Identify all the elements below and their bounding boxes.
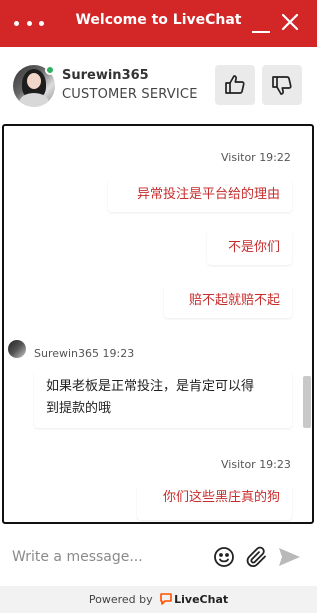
visitor-message: 不是你们	[207, 231, 292, 265]
message-meta-agent: Surewin365 19:23	[34, 347, 135, 360]
agent-message: 如果老板是正常投注，是肯定可以得 到提款的哦	[34, 370, 292, 428]
agent-name: Surewin365	[62, 68, 149, 83]
paperclip-icon[interactable]	[245, 545, 269, 569]
agent-role: CUSTOMER SERVICE	[62, 87, 198, 102]
message-meta-visitor: Visitor 19:22	[221, 151, 291, 164]
agent-avatar-small	[8, 340, 26, 358]
thumbs-up-icon	[225, 75, 245, 94]
agent-message-line: 到提款的哦	[46, 401, 112, 416]
agent-bar: Surewin365 CUSTOMER SERVICE	[0, 47, 317, 123]
minimize-icon[interactable]	[249, 12, 273, 36]
send-icon[interactable]	[277, 545, 301, 569]
scrollbar-thumb[interactable]	[303, 376, 311, 428]
powered-by-label: Powered by	[88, 593, 153, 606]
emoji-icon[interactable]	[212, 545, 236, 569]
thumbs-up-button[interactable]	[215, 65, 255, 105]
online-status-icon	[45, 65, 55, 75]
thumbs-down-button[interactable]	[262, 65, 302, 105]
footer: Powered by LiveChat	[0, 586, 317, 613]
chat-header: Welcome to LiveChat	[0, 0, 317, 47]
message-list[interactable]: Visitor 19:22 异常投注是平台给的理由 不是你们 赔不起就赔不起 S…	[2, 124, 314, 524]
agent-message-line: 如果老板是正常投注，是肯定可以得	[46, 379, 255, 394]
thumbs-down-icon	[272, 76, 292, 95]
livechat-brand[interactable]: LiveChat	[174, 593, 228, 606]
visitor-message: 赔不起就赔不起	[164, 284, 292, 318]
visitor-message: 你们这些黑庄真的狗	[137, 484, 292, 520]
close-icon[interactable]	[278, 10, 302, 34]
message-meta-visitor: Visitor 19:23	[221, 458, 291, 471]
livechat-logo-icon	[160, 593, 172, 605]
composer	[0, 528, 317, 586]
message-input[interactable]	[0, 528, 200, 586]
scrollbar[interactable]	[302, 126, 312, 522]
visitor-message: 异常投注是平台给的理由	[108, 178, 292, 212]
